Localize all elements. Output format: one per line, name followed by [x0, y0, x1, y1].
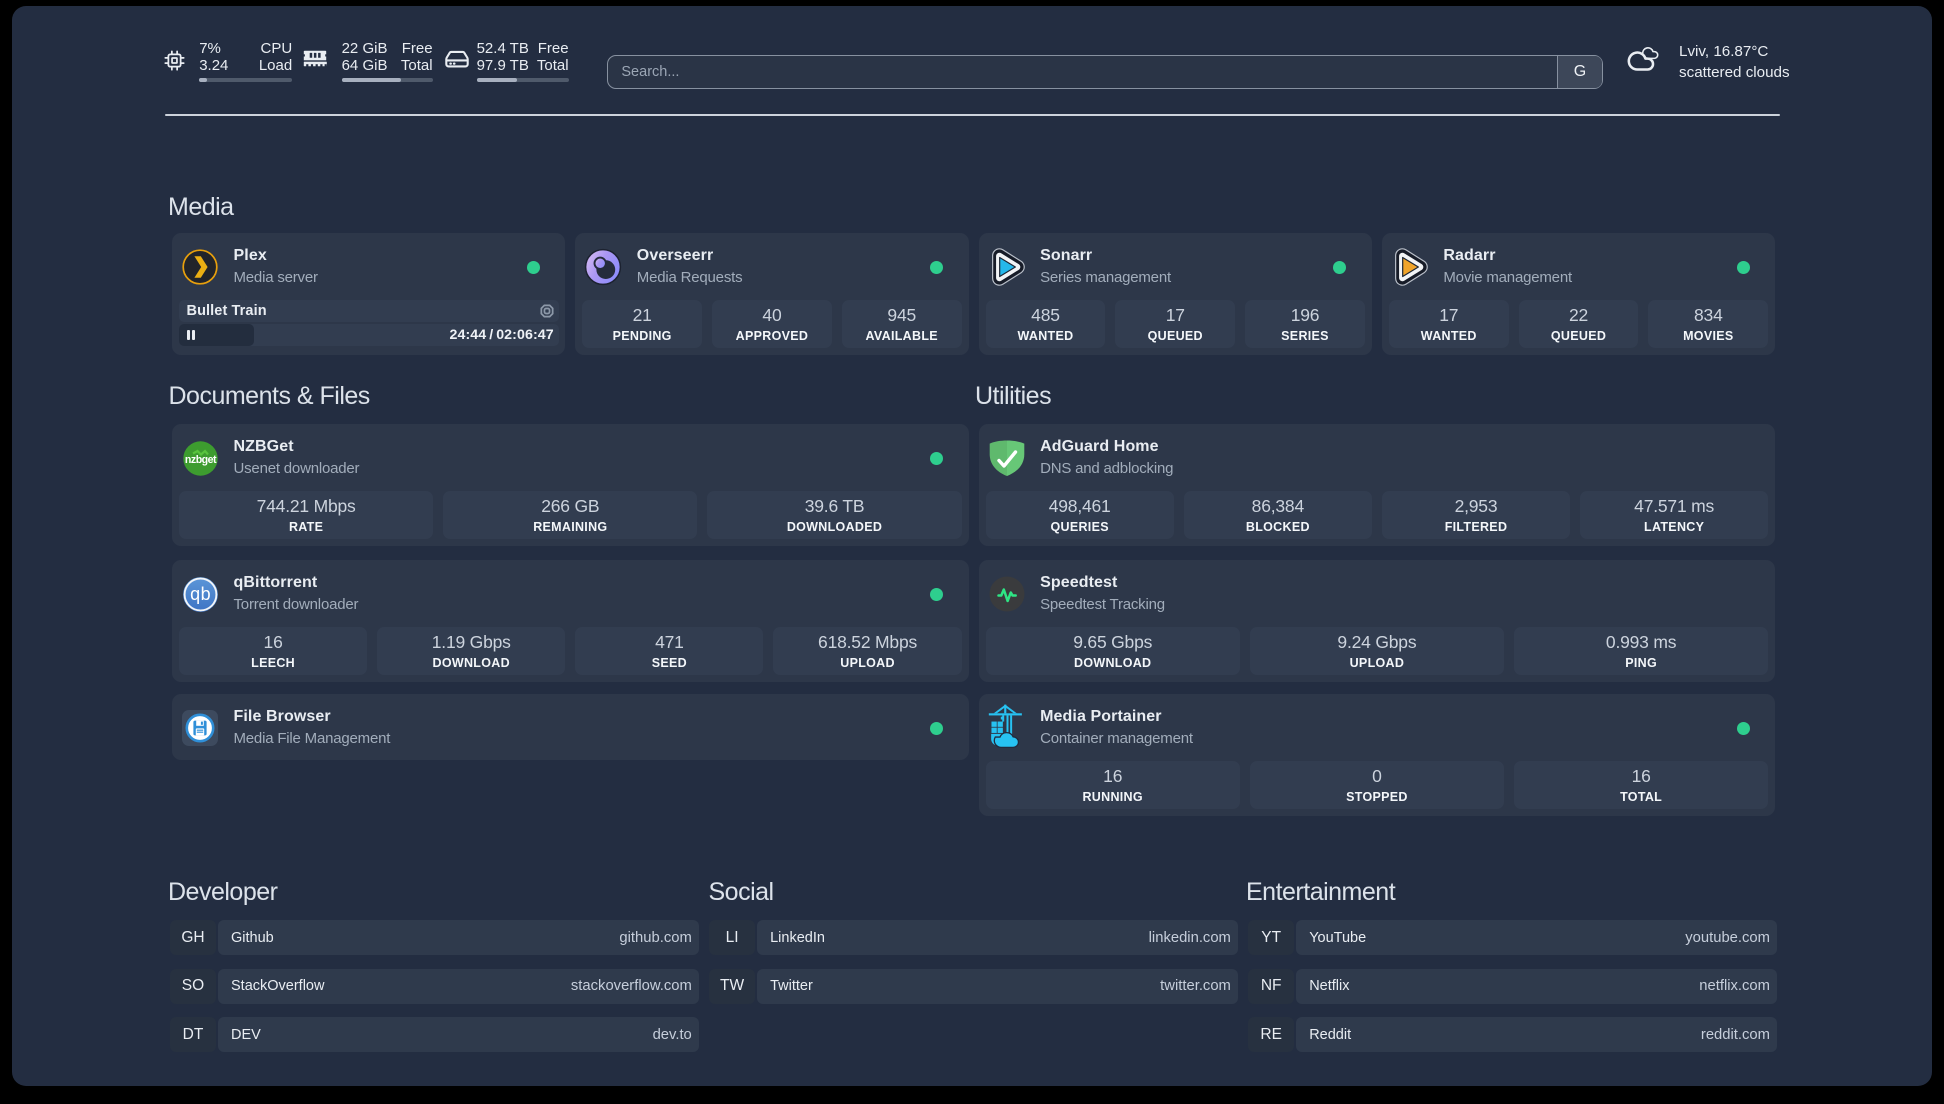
svg-text:nzbget: nzbget: [184, 453, 216, 465]
svg-text:qb: qb: [190, 584, 211, 604]
